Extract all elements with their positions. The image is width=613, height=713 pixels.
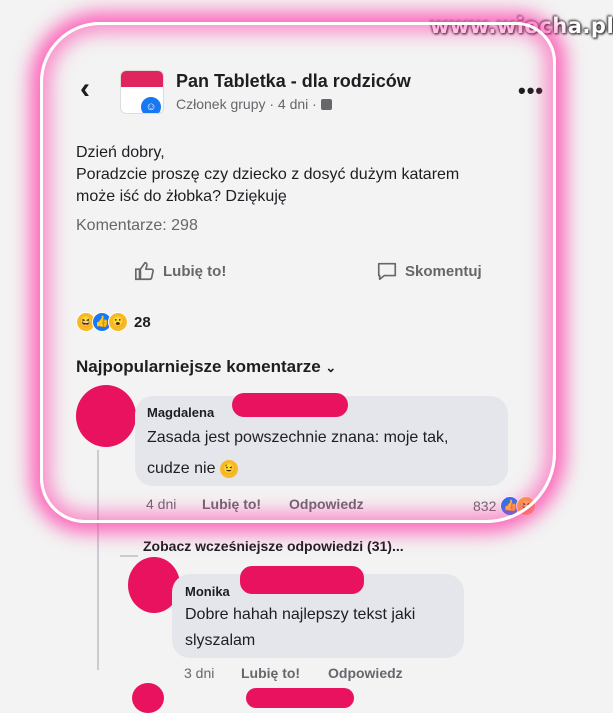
audience-icon bbox=[320, 99, 332, 110]
comment-reply-button[interactable]: Odpowiedz bbox=[289, 496, 364, 512]
thread-line bbox=[97, 450, 99, 670]
comment-button[interactable]: Skomentuj bbox=[376, 260, 482, 282]
comment-text: Zasada jest powszechnie znana: moje tak,… bbox=[147, 429, 449, 478]
avatar-redaction bbox=[132, 683, 164, 713]
post-text: Dzień dobry, Poradzcie proszę czy dzieck… bbox=[76, 144, 460, 205]
name-redaction bbox=[246, 688, 354, 708]
group-avatar[interactable]: ☺ bbox=[120, 70, 164, 114]
name-redaction bbox=[232, 393, 348, 417]
comment-author[interactable]: Monika bbox=[185, 584, 230, 599]
comment-text: Dobre hahah najlepszy tekst jaki slyszal… bbox=[185, 606, 416, 649]
comment-icon bbox=[377, 262, 397, 281]
comment-author[interactable]: Magdalena bbox=[147, 405, 214, 420]
comments-count[interactable]: Komentarze: 298 bbox=[76, 217, 198, 235]
name-redaction bbox=[240, 566, 364, 594]
haha-icon: 😆 bbox=[516, 496, 537, 516]
post-meta: Członek grupy · 4 dni · bbox=[176, 96, 332, 112]
see-previous-replies[interactable]: Zobacz wcześniejsze odpowiedzi (31)... bbox=[143, 538, 404, 554]
chevron-down-icon: ⌄ bbox=[325, 360, 337, 375]
comments-sort-dropdown[interactable]: Najpopularniejsze komentarze ⌄ bbox=[76, 357, 336, 377]
comment-time: 3 dni bbox=[184, 665, 215, 681]
group-name[interactable]: Pan Tabletka - dla rodziców bbox=[176, 71, 411, 92]
wow-icon: 😮 bbox=[108, 312, 128, 332]
back-arrow-icon[interactable]: ‹ bbox=[80, 74, 90, 104]
group-badge-icon: ☺ bbox=[139, 95, 163, 113]
reactions-summary[interactable]: 😆 👍 😮 28 bbox=[76, 312, 151, 332]
comment-reactions[interactable]: 832 👍 😆 bbox=[473, 496, 537, 516]
avatar-redaction bbox=[76, 385, 136, 447]
wink-emoji-icon: 😉 bbox=[219, 459, 238, 478]
like-button[interactable]: Lubię to! bbox=[134, 260, 226, 282]
thread-connector bbox=[120, 555, 138, 557]
comment-time: 4 dni bbox=[146, 496, 177, 512]
more-options-icon[interactable]: ••• bbox=[518, 78, 544, 104]
comment-like-button[interactable]: Lubię to! bbox=[202, 496, 261, 512]
comment-like-button[interactable]: Lubię to! bbox=[241, 665, 300, 681]
comment-reply-button[interactable]: Odpowiedz bbox=[328, 665, 403, 681]
watermark: www.wiocha.pl bbox=[430, 14, 613, 38]
thumbs-up-icon bbox=[135, 261, 154, 281]
